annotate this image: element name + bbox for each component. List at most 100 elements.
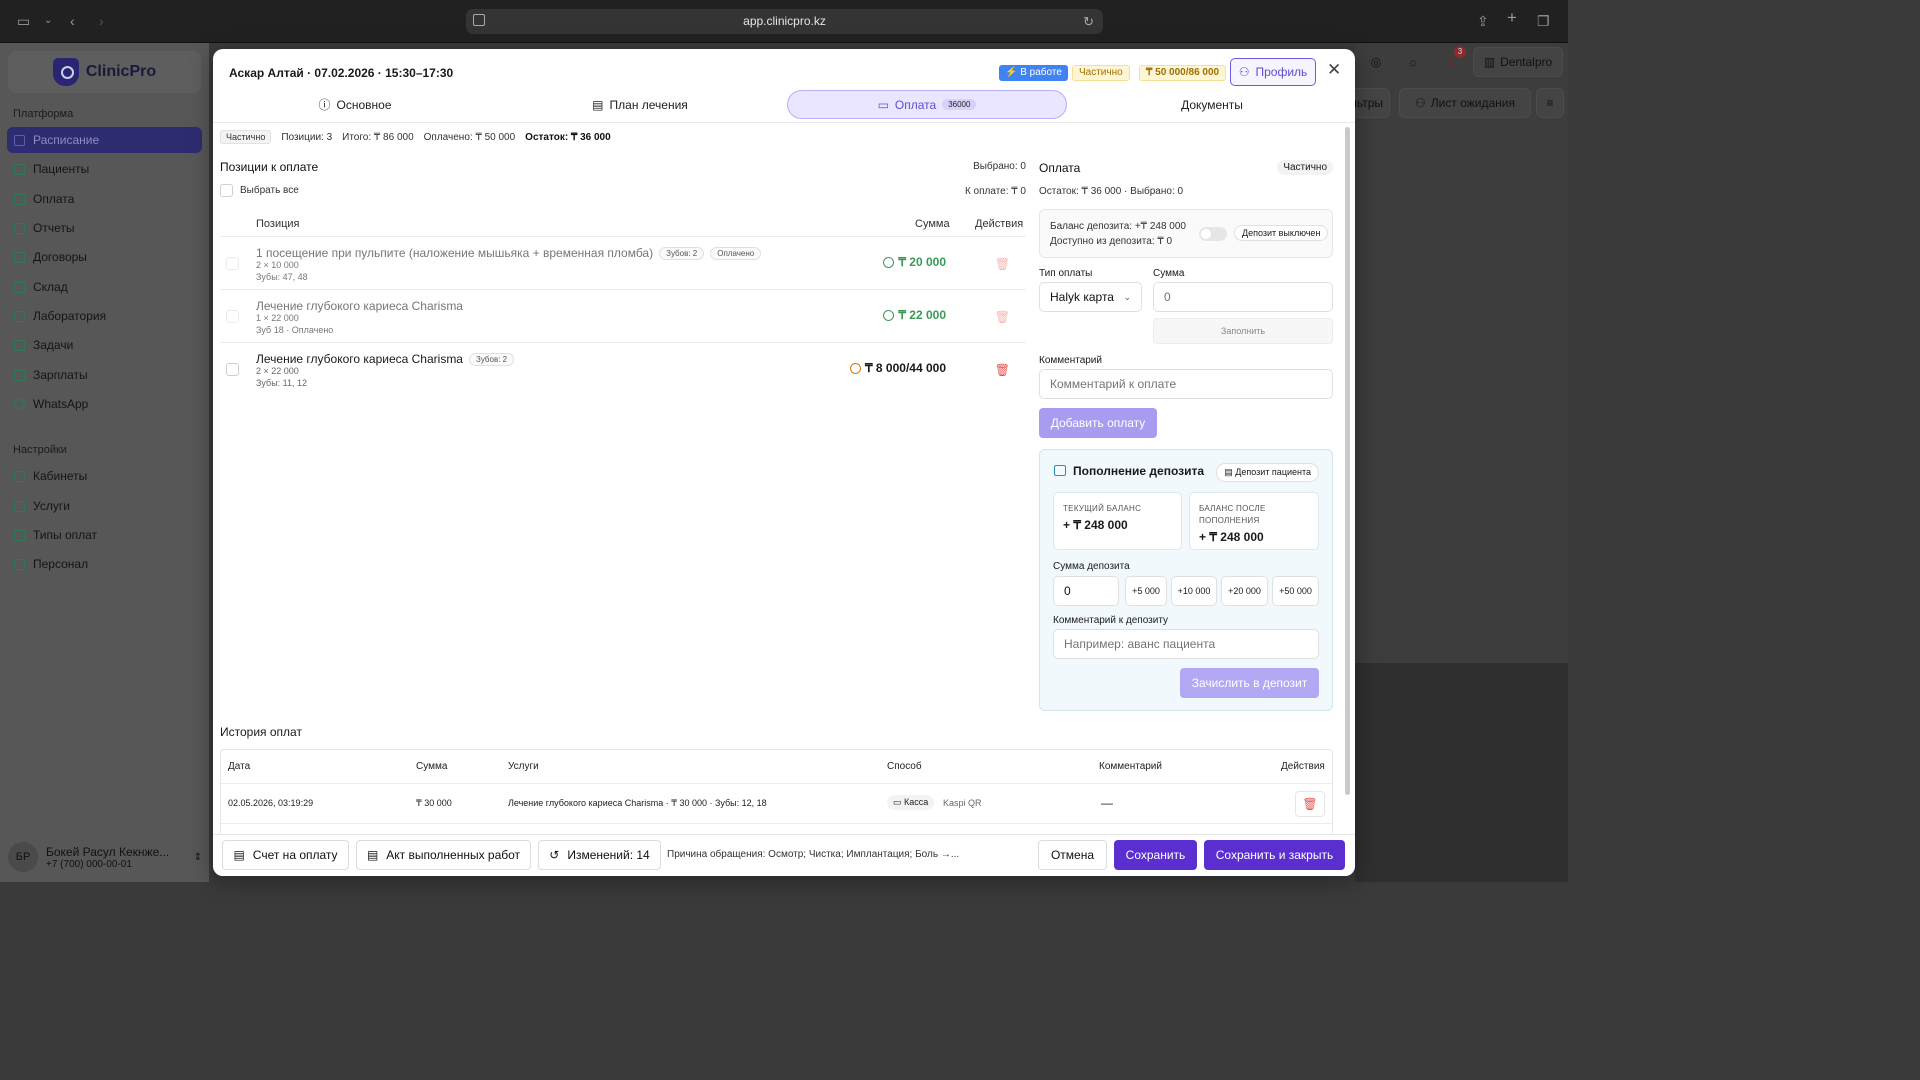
payment-comment-input[interactable] [1039, 369, 1333, 399]
sidebar-item-warehouse[interactable]: Склад [7, 274, 202, 300]
new-tab-icon[interactable]: + [1507, 9, 1517, 26]
close-icon[interactable]: ✕ [1327, 60, 1341, 80]
trash-icon[interactable]: 🗑 [1295, 791, 1325, 817]
share-icon[interactable]: ⇪ [1477, 13, 1489, 29]
tab-label: Основное [336, 97, 392, 112]
sidebar-item-label: Договоры [33, 250, 87, 264]
save-button[interactable]: Сохранить [1114, 840, 1197, 870]
profile-button-label: Профиль [1255, 65, 1308, 79]
paid-pill: Оплачено [710, 246, 762, 260]
deposit-topup-panel: Пополнение депозита ▤ Депозит пациента Т… [1039, 449, 1333, 711]
position-teeth: Зуб 18 · Оплачено [256, 325, 334, 335]
patient-deposit-chip[interactable]: ▤ Депозит пациента [1216, 463, 1319, 482]
address-bar[interactable]: app.clinicpro.kz ↻ [466, 9, 1103, 34]
settings-sliders-icon[interactable]: ≡ [1536, 88, 1564, 118]
site-settings-icon[interactable] [473, 14, 485, 26]
sidebar-item-schedule[interactable]: Расписание [7, 127, 202, 153]
tabs-overview-icon[interactable]: ❐ [1537, 13, 1550, 29]
trash-icon[interactable]: 🗑 [995, 310, 1010, 324]
tab-documents[interactable]: Документы [1069, 90, 1355, 119]
current-balance-label: ТЕКУЩИЙ БАЛАНС [1063, 504, 1142, 513]
sidebar-item-contracts[interactable]: Договоры [7, 244, 202, 270]
scrollbar[interactable] [1345, 127, 1350, 795]
position-qty: 1 × 22 000 [256, 313, 299, 323]
sidebar-item-tasks[interactable]: Задачи [7, 332, 202, 358]
summary-status-chip: Частично [220, 130, 272, 144]
payment-sum-badge: ₸ 50 000/86 000 [1139, 65, 1227, 81]
forward-icon[interactable]: › [99, 13, 104, 29]
summary-rest: Остаток: ₸ 36 000 [525, 131, 611, 143]
profile-button[interactable]: ⚇ Профиль [1230, 58, 1316, 86]
check-circle-icon [883, 256, 895, 268]
back-icon[interactable]: ‹ [70, 13, 75, 29]
payment-type-select[interactable]: Halyk карта ⌄ [1039, 282, 1142, 312]
changes-label: Изменений: 14 [567, 848, 650, 862]
credit-deposit-button[interactable]: Зачислить в депозит [1180, 668, 1319, 698]
sidebar-item-services[interactable]: Услуги [7, 493, 202, 519]
quick-add-10000-button[interactable]: +10 000 [1171, 576, 1217, 606]
deposit-sum-input[interactable]: 0 [1053, 576, 1119, 606]
wallet-icon [14, 369, 25, 381]
payment-sum-label: Сумма [1153, 268, 1185, 279]
save-and-close-button[interactable]: Сохранить и закрыть [1204, 840, 1345, 870]
reload-icon[interactable]: ↻ [1083, 9, 1094, 34]
url-text: app.clinicpro.kz [743, 14, 826, 28]
sidebar-item-lab[interactable]: Лаборатория [7, 303, 202, 329]
chevron-updown-icon: ⇕ [193, 851, 202, 863]
quick-add-50000-button[interactable]: +50 000 [1272, 576, 1319, 606]
user-icon: ⚇ [1415, 96, 1426, 110]
column-header-services: Услуги [508, 761, 539, 772]
sidebar-item-reports[interactable]: Отчеты [7, 215, 202, 241]
balance-after-label-line1: БАЛАНС ПОСЛЕ [1199, 504, 1266, 513]
fill-button[interactable]: Заполнить [1153, 318, 1333, 344]
sidebar-item-label: Пациенты [33, 162, 90, 176]
sidebar-item-payment-types[interactable]: Типы оплат [7, 522, 202, 548]
clinic-switcher[interactable]: ▥ Dentalpro [1473, 47, 1563, 77]
select-all[interactable]: Выбрать все [220, 184, 299, 197]
quick-add-5000-button[interactable]: +5 000 [1125, 576, 1167, 606]
sidebar-toggle-icon[interactable]: ▭ [17, 13, 30, 29]
act-button[interactable]: ▤ Акт выполненных работ [356, 840, 531, 870]
add-payment-button[interactable]: Добавить оплату [1039, 408, 1157, 438]
clipboard-icon: ▤ [592, 97, 604, 112]
row-title: 1 посещение при пульпите (наложение мышь… [256, 246, 762, 260]
sidebar-item-staff[interactable]: Персонал [7, 551, 202, 577]
tab-payment[interactable]: ▭ Оплата 36000 [787, 90, 1067, 119]
sidebar-item-rooms[interactable]: Кабинеты [7, 463, 202, 489]
sidebar-item-payment[interactable]: Оплата [7, 186, 202, 212]
payment-sum-input[interactable] [1153, 282, 1333, 312]
quick-add-20000-button[interactable]: +20 000 [1221, 576, 1268, 606]
method-chip: ▭ Касса [887, 795, 935, 810]
invoice-button[interactable]: ▤ Счет на оплату [222, 840, 349, 870]
deposit-comment-input[interactable] [1053, 629, 1319, 659]
tab-main[interactable]: ⓘ Основное [213, 90, 497, 119]
sidebar-item-salaries[interactable]: Зарплаты [7, 362, 202, 388]
column-header-actions: Действия [975, 218, 1024, 230]
trash-icon[interactable]: 🗑 [995, 363, 1010, 377]
row-title: Лечение глубокого кариеса Charisma [256, 299, 463, 313]
sidebar-item-label: Типы оплат [33, 528, 98, 542]
chevron-down-icon[interactable]: ⌄ [44, 13, 52, 29]
tab-treatment-plan[interactable]: ▤ План лечения [497, 90, 783, 119]
position-amount: ₸ 22 000 [883, 308, 946, 322]
row-checkbox[interactable] [226, 363, 239, 376]
sidebar-item-patients[interactable]: Пациенты [7, 156, 202, 182]
app-logo[interactable]: ClinicPro [8, 51, 201, 93]
trash-icon[interactable]: 🗑 [995, 257, 1010, 271]
row-checkbox[interactable] [226, 257, 239, 270]
sidebar-item-whatsapp[interactable]: WhatsApp [7, 391, 202, 417]
comment-label: Комментарий [1039, 355, 1102, 366]
waitlist-button[interactable]: ⚇ Лист ожидания [1399, 88, 1531, 118]
cancel-button[interactable]: Отмена [1038, 840, 1107, 870]
building-icon: ▥ [1483, 55, 1496, 69]
row-title: Лечение глубокого кариеса Charisma Зубов… [256, 352, 515, 366]
tab-label: План лечения [609, 97, 688, 112]
modal-tabs: ⓘ Основное ▤ План лечения ▭ Оплата 36000 Док… [213, 87, 1355, 123]
select-all-checkbox[interactable] [220, 184, 233, 197]
row-checkbox[interactable] [226, 310, 239, 323]
globe-icon[interactable]: ◎ [1361, 47, 1391, 77]
sun-icon[interactable]: ☼ [1398, 47, 1428, 77]
user-menu[interactable]: БР Бокей Расул Кекнже... +7 (700) 000-00… [8, 841, 202, 873]
changes-button[interactable]: ↺ Изменений: 14 [538, 840, 661, 870]
deposit-toggle[interactable] [1199, 227, 1227, 241]
